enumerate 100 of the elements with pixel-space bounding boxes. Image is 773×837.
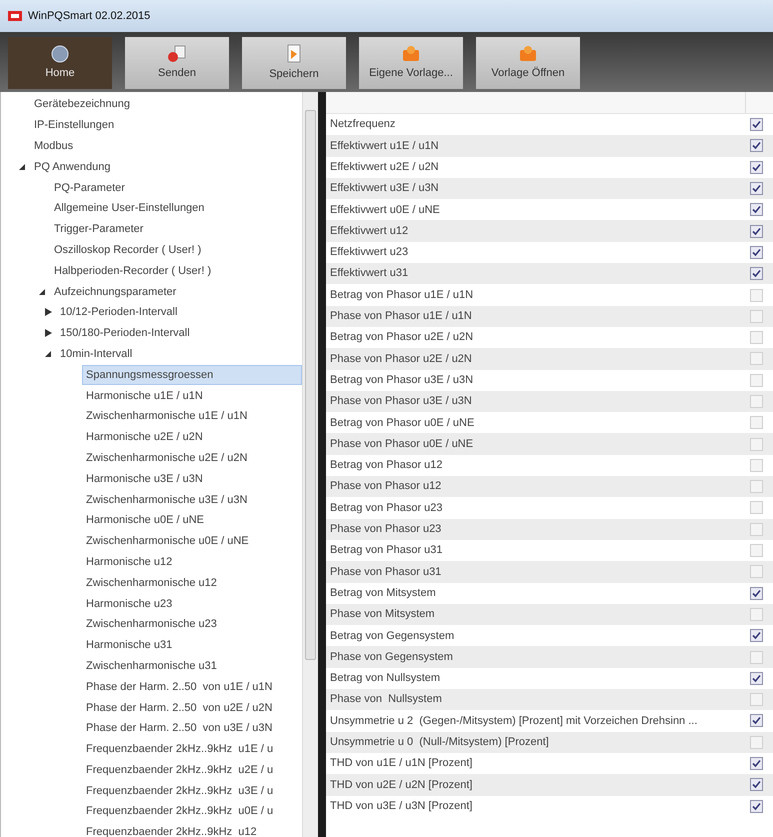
globe-icon — [51, 44, 69, 63]
measurement-label: Effektivwert u0E / uNE — [330, 202, 441, 218]
tree-item[interactable]: Zwischenharmonische u2E / u2N — [82, 448, 252, 468]
checkbox[interactable] — [750, 629, 763, 642]
tree-item[interactable]: Aufzeichnungsparameter — [50, 282, 180, 302]
tree-item[interactable]: Harmonische u1E / u1N — [82, 386, 207, 406]
tree-item[interactable]: Frequenzbaender 2kHz..9kHz u2E / u — [82, 760, 278, 780]
checkbox[interactable] — [750, 501, 763, 514]
checkbox[interactable] — [750, 331, 763, 344]
checkbox[interactable] — [750, 778, 763, 792]
measurement-label: Betrag von Gegensystem — [330, 628, 456, 644]
checkbox[interactable] — [750, 544, 763, 558]
tree-item[interactable]: Zwischenharmonische u1E / u1N — [82, 406, 252, 426]
tree-item[interactable]: Phase der Harm. 2..50 von u2E / u2N — [82, 698, 276, 718]
checkbox[interactable] — [750, 310, 763, 323]
tree-item[interactable]: Frequenzbaender 2kHz..9kHz u1E / u — [82, 739, 278, 760]
checkmark-icon — [752, 802, 761, 811]
checkbox[interactable] — [750, 160, 763, 174]
checkbox[interactable] — [750, 267, 763, 280]
tree-item[interactable]: Phase der Harm. 2..50 von u3E / u3N — [82, 718, 276, 738]
tree-item[interactable]: Phase der Harm. 2..50 von u1E / u1N — [82, 676, 276, 697]
checkbox[interactable] — [750, 522, 763, 536]
checkbox[interactable] — [750, 438, 763, 451]
tree-item[interactable]: Frequenzbaender 2kHz..9kHz u0E / u — [82, 801, 278, 822]
tree-item[interactable]: Frequenzbaender 2kHz..9kHz u3E / u — [82, 780, 278, 801]
measurement-label: THD von u3E / u3N [Prozent] — [330, 798, 474, 814]
tree-item[interactable]: Trigger-Parameter — [50, 219, 148, 240]
measurement-label: Betrag von Phasor u1E / u1N — [330, 288, 474, 303]
checkmark-icon — [752, 588, 761, 598]
tree-item[interactable]: Zwischenharmonische u12 — [82, 572, 221, 593]
checkbox[interactable] — [750, 458, 763, 472]
toolbar-button[interactable]: Speichern — [242, 37, 346, 89]
measurement-label: Effektivwert u12 — [330, 224, 410, 239]
checkbox[interactable] — [750, 182, 763, 196]
measurement-label: Effektivwert u23 — [330, 245, 410, 260]
toolbar-button[interactable]: Home — [8, 37, 112, 89]
checkbox[interactable] — [750, 352, 763, 366]
measurement-label: Betrag von Phasor u3E / u3N — [330, 372, 474, 388]
checkbox[interactable] — [750, 139, 763, 152]
measurement-label: Betrag von Phasor u23 — [330, 500, 444, 516]
measurement-label: THD von u1E / u1N [Prozent] — [330, 756, 474, 772]
checkbox[interactable] — [750, 224, 763, 238]
checkbox[interactable] — [750, 608, 763, 621]
tree-item[interactable]: Zwischenharmonische u3E / u3N — [82, 490, 252, 510]
checkbox[interactable] — [750, 693, 763, 706]
collapse-triangle-icon[interactable] — [19, 162, 26, 171]
tree-item[interactable]: Oszilloskop Recorder ( User! ) — [50, 240, 206, 260]
tree-item[interactable]: Gerätebezeichnung — [30, 94, 134, 114]
tree-item[interactable]: Harmonische u12 — [82, 552, 176, 572]
checkbox[interactable] — [750, 203, 763, 216]
tree-item[interactable]: PQ Anwendung — [30, 156, 114, 177]
checkbox[interactable] — [750, 714, 763, 728]
tree-item[interactable]: Zwischenharmonische u0E / uNE — [82, 531, 253, 552]
checkbox[interactable] — [750, 395, 763, 408]
measurement-label: Unsymmetrie u 2 (Gegen-/Mitsystem) [Prozent] mit Vorzeichen Drehsinn ... — [330, 714, 698, 729]
toolbar-button[interactable]: Vorlage Öffnen — [476, 37, 580, 89]
tree-item[interactable]: Harmonische u0E / uNE — [82, 510, 208, 530]
tree-item[interactable]: Modbus — [30, 136, 78, 156]
checkbox[interactable] — [750, 565, 763, 578]
checkbox[interactable] — [750, 736, 763, 749]
checkbox[interactable] — [750, 416, 763, 430]
tree-item[interactable]: 10min-Intervall — [56, 344, 136, 364]
tree-item[interactable]: 10/12-Perioden-Intervall — [56, 302, 182, 322]
measurement-label: Effektivwert u1E / u1N — [330, 138, 440, 154]
checkbox[interactable] — [750, 246, 763, 259]
checkbox[interactable] — [750, 672, 763, 685]
tree-item[interactable]: Allgemeine User-Einstellungen — [50, 198, 208, 218]
tree-item[interactable]: Halbperioden-Recorder ( User! ) — [50, 260, 216, 281]
checkbox[interactable] — [750, 374, 763, 387]
checkbox[interactable] — [750, 800, 763, 813]
checkbox[interactable] — [750, 288, 763, 302]
checkmark-icon — [752, 184, 761, 194]
tree-item[interactable]: Harmonische u23 — [82, 594, 176, 614]
checkbox[interactable] — [750, 650, 763, 664]
checkmark-icon — [752, 226, 761, 236]
tree-item[interactable]: IP-Einstellungen — [30, 115, 118, 136]
measurement-label: Phase von Nullsystem — [330, 692, 443, 708]
checkbox[interactable] — [750, 480, 763, 494]
tree-item[interactable]: Harmonische u2E / u2N — [82, 427, 207, 448]
expand-triangle-icon[interactable] — [45, 329, 52, 338]
checkbox[interactable] — [750, 118, 763, 132]
checkbox[interactable] — [750, 586, 763, 600]
tree-item[interactable]: Zwischenharmonische u31 — [82, 656, 221, 676]
tree-item[interactable]: 150/180-Perioden-Intervall — [56, 323, 194, 344]
tree-item[interactable]: Zwischenharmonische u23 — [82, 614, 221, 634]
collapse-triangle-icon[interactable] — [45, 350, 52, 358]
measurement-label: Betrag von Phasor u2E / u2N — [330, 330, 474, 346]
tree-item[interactable]: Harmonische u3E / u3N — [82, 468, 207, 489]
tree-item[interactable]: Spannungsmessgroessen — [82, 364, 302, 385]
expand-triangle-icon[interactable] — [45, 308, 52, 316]
tree-item[interactable]: Harmonische u31 — [82, 635, 176, 656]
measurement-label: Effektivwert u2E / u2N — [330, 160, 440, 175]
collapse-triangle-icon[interactable] — [39, 288, 46, 296]
checkbox[interactable] — [750, 757, 763, 770]
measurement-label: Betrag von Phasor u12 — [330, 458, 444, 474]
tree-item[interactable]: PQ-Parameter — [50, 178, 129, 198]
measurement-label: Phase von Phasor u3E / u3N — [330, 394, 473, 410]
send-icon — [167, 44, 187, 63]
toolbar-button[interactable]: Senden — [125, 37, 229, 89]
toolbar-button[interactable]: Eigene Vorlage... — [359, 37, 463, 89]
